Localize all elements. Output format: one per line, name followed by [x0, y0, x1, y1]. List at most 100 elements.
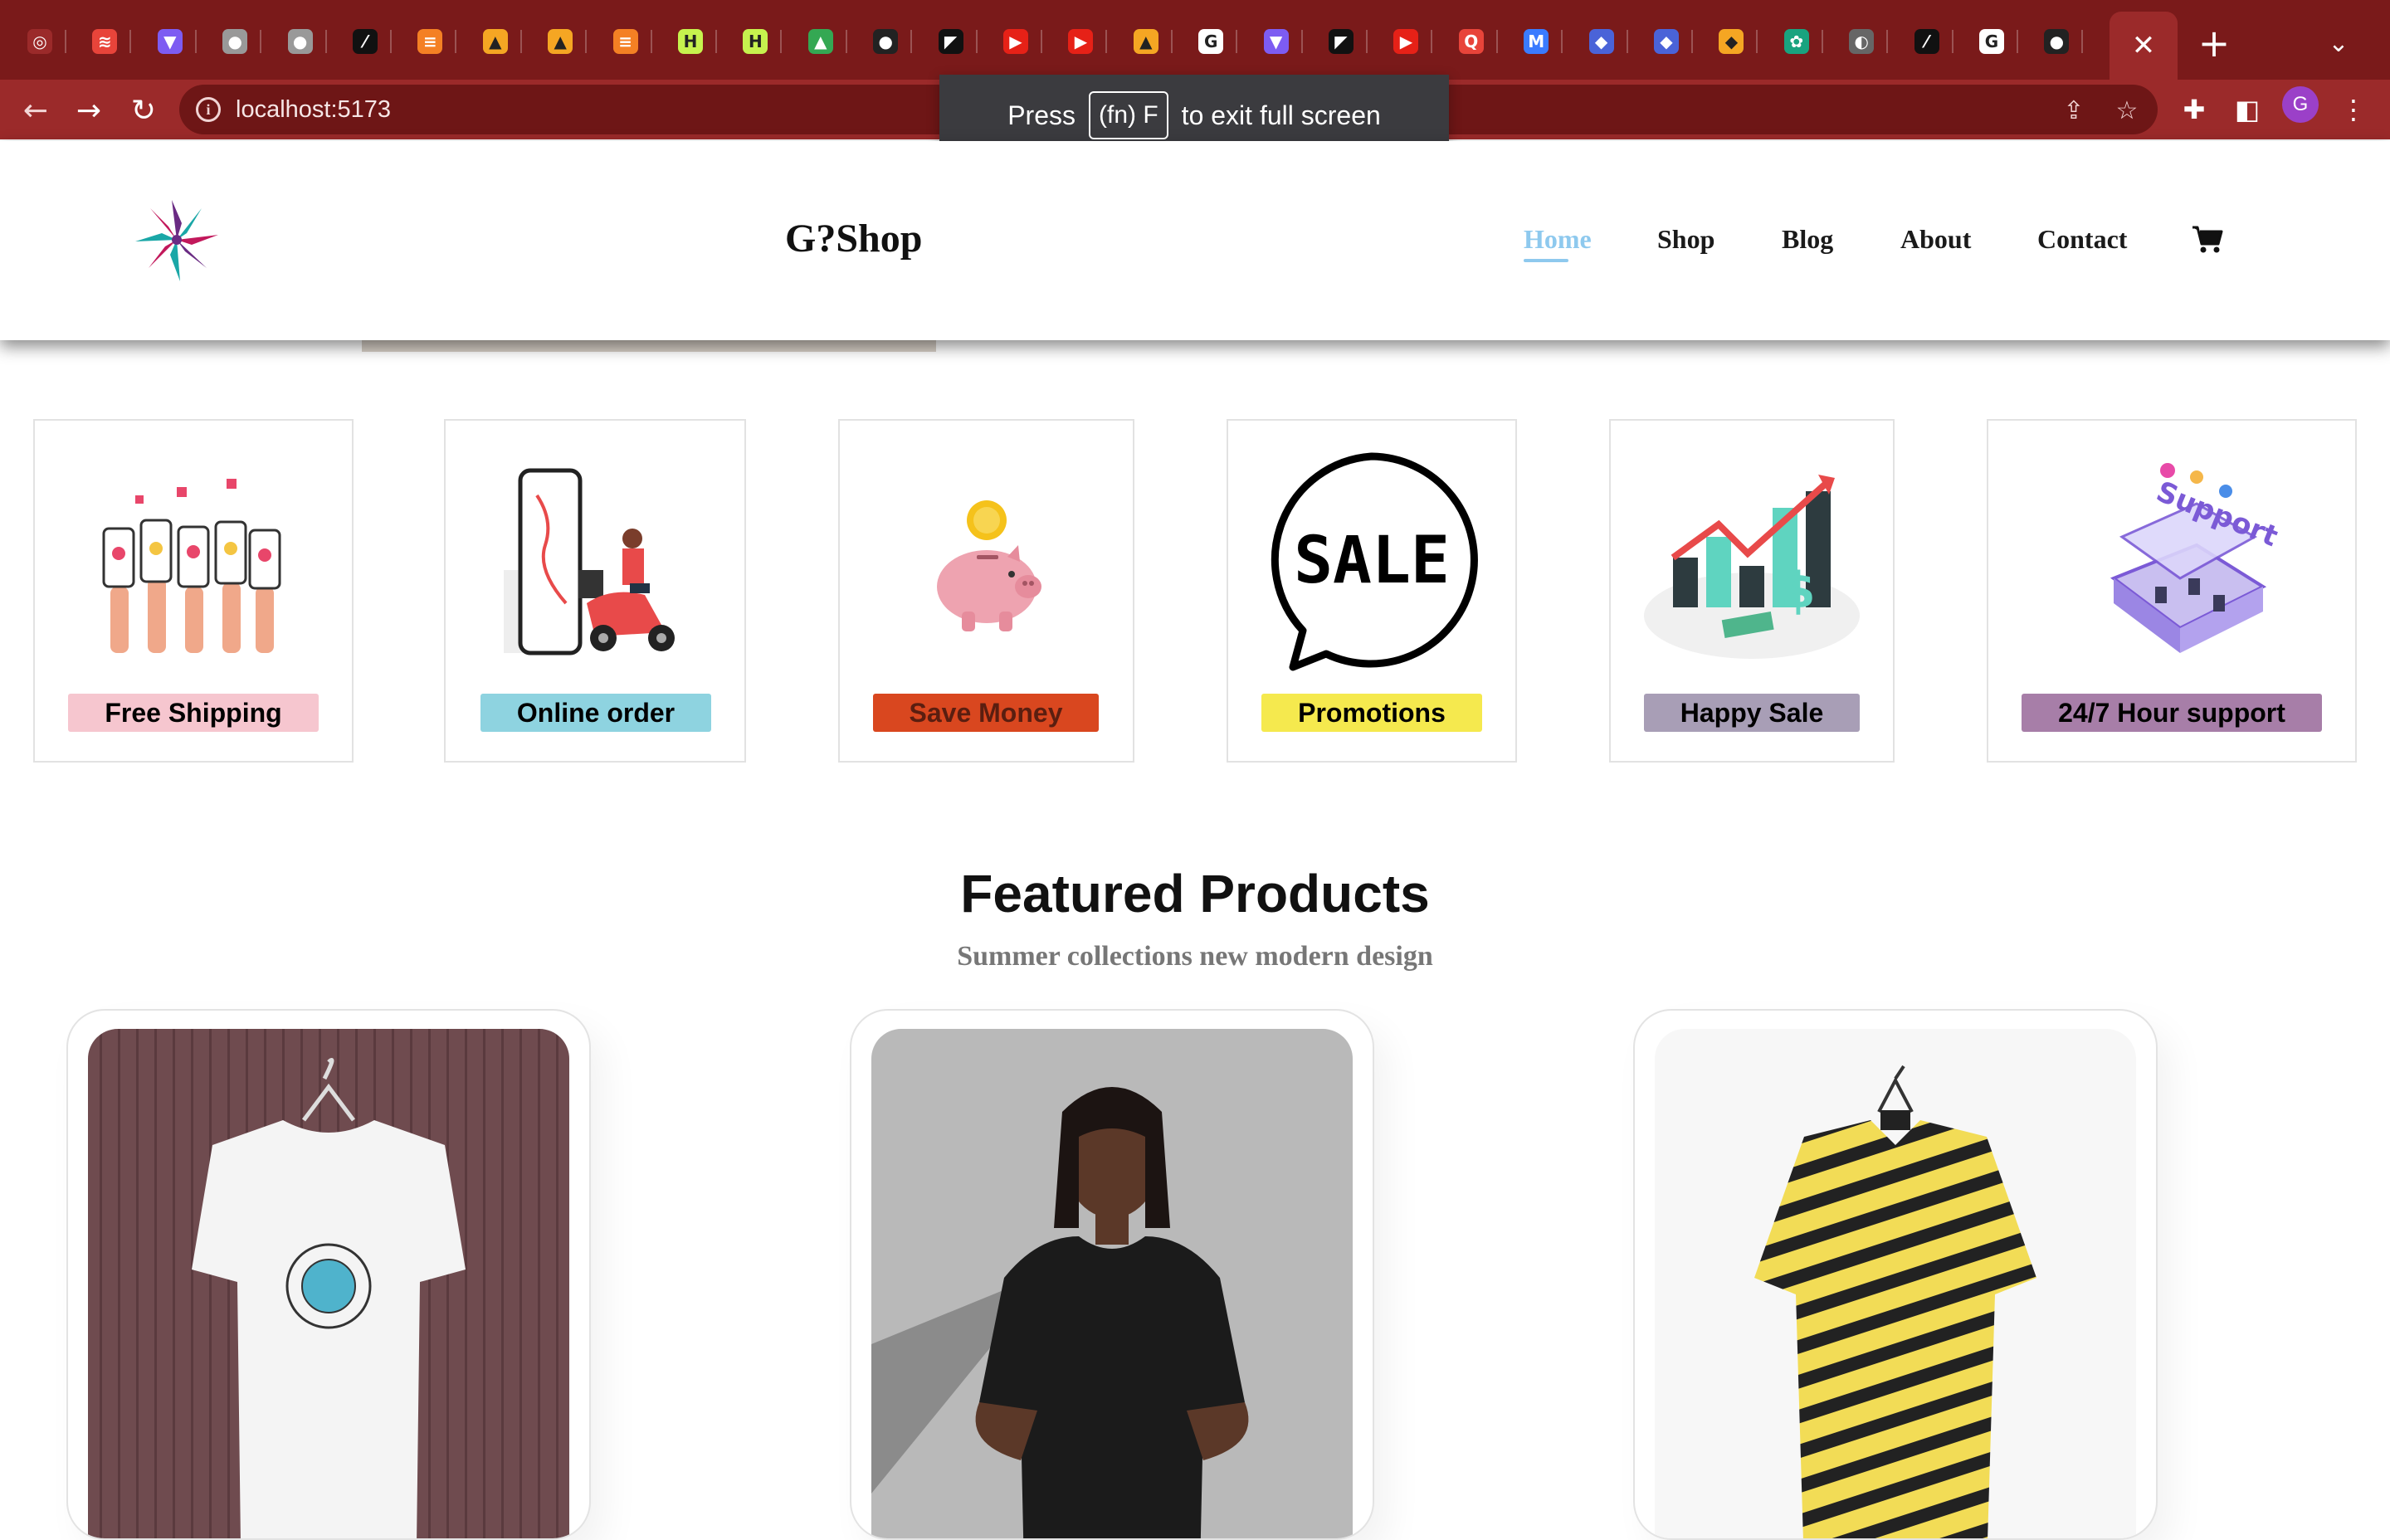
- browser-tab[interactable]: ✿: [1772, 18, 1823, 65]
- side-panel-icon[interactable]: ◧: [2227, 90, 2267, 129]
- feature-label-text: Online order: [516, 697, 676, 728]
- tab-separator: [975, 30, 978, 53]
- tab-search-button[interactable]: ⌄: [2315, 20, 2362, 66]
- product-card[interactable]: [850, 1009, 1374, 1540]
- product-image[interactable]: [88, 1029, 569, 1538]
- toast-text-after: to exit full screen: [1181, 100, 1381, 130]
- tab-separator: [1821, 30, 1823, 53]
- browser-tab[interactable]: ●: [276, 18, 327, 65]
- new-tab-button[interactable]: +: [2191, 20, 2237, 66]
- piggy-bank-illustration: [936, 500, 1041, 631]
- site-info-icon[interactable]: i: [196, 97, 221, 122]
- browser-tab[interactable]: ≡: [405, 18, 457, 65]
- browser-tab[interactable]: ◤: [1316, 18, 1368, 65]
- nav-about[interactable]: About: [1900, 224, 1971, 255]
- chrome-icon: ◎: [27, 29, 52, 54]
- youtube-icon: ▶: [1393, 29, 1419, 54]
- nav-home[interactable]: Home: [1524, 224, 1592, 255]
- browser-menu-icon[interactable]: ⋮: [2334, 90, 2373, 129]
- bookmark-star-icon[interactable]: ☆: [2110, 93, 2144, 128]
- youtube-icon: ▶: [1003, 29, 1028, 54]
- firebase-icon: ▲: [482, 29, 508, 54]
- browser-tab[interactable]: ◆: [1706, 18, 1758, 65]
- extensions-icon[interactable]: ✚: [2174, 90, 2214, 129]
- close-tab-icon[interactable]: ✕: [2132, 32, 2156, 60]
- github-icon: ●: [2044, 29, 2070, 54]
- slash-icon: ⁄: [1914, 29, 1939, 54]
- tab-separator: [1951, 30, 1953, 53]
- product-card[interactable]: [1633, 1009, 2158, 1540]
- feature-label: Happy Sale: [1644, 694, 1860, 732]
- url-text[interactable]: localhost:5173: [236, 96, 391, 124]
- browser-tab[interactable]: ▲: [1121, 18, 1173, 65]
- active-tab[interactable]: ✕: [2110, 12, 2178, 80]
- tab-separator: [519, 30, 522, 53]
- browser-tab[interactable]: ▼: [1251, 18, 1303, 65]
- browser-tab[interactable]: ▶: [1381, 18, 1433, 65]
- nav-blog[interactable]: Blog: [1782, 224, 1833, 255]
- cart-icon[interactable]: [2191, 224, 2224, 254]
- firebase-icon: ▲: [548, 29, 573, 54]
- nav-contact[interactable]: Contact: [2037, 224, 2127, 255]
- browser-tab[interactable]: ◤: [926, 18, 978, 65]
- vite-icon: ▼: [1263, 29, 1289, 54]
- browser-tab[interactable]: ▶: [1056, 18, 1108, 65]
- tab-separator: [1366, 30, 1368, 53]
- feature-label: Promotions: [1261, 694, 1482, 732]
- framer-icon: ◤: [938, 29, 963, 54]
- browser-tab[interactable]: ●: [210, 18, 262, 65]
- mui-icon: M: [1524, 29, 1549, 54]
- forward-button[interactable]: →: [66, 88, 111, 133]
- brand-name[interactable]: G?Shop: [785, 216, 922, 261]
- delivery-scooter-illustration: [504, 468, 675, 655]
- tab-separator: [1170, 30, 1173, 53]
- browser-tab[interactable]: ▲: [535, 18, 588, 65]
- tab-separator: [780, 30, 783, 53]
- browser-tab[interactable]: ▶: [991, 18, 1042, 65]
- browser-tab[interactable]: M: [1511, 18, 1563, 65]
- hero-image-edge: [362, 340, 936, 352]
- product-card[interactable]: [66, 1009, 591, 1540]
- browser-tab[interactable]: H: [666, 18, 717, 65]
- feature-label-text: Promotions: [1298, 697, 1446, 728]
- tab-separator: [390, 30, 392, 53]
- browser-tab[interactable]: ▼: [145, 18, 197, 65]
- reload-button[interactable]: ↻: [121, 88, 166, 133]
- browser-tab[interactable]: ≋: [80, 18, 132, 65]
- tab-separator: [1041, 30, 1042, 53]
- product-image[interactable]: [871, 1029, 1353, 1538]
- browser-tab[interactable]: ▲: [796, 18, 847, 65]
- vite-icon: ▼: [157, 29, 183, 54]
- tab-separator: [1495, 30, 1498, 53]
- tab-separator: [1431, 30, 1433, 53]
- browser-tab[interactable]: ●: [2032, 18, 2084, 65]
- browser-tab[interactable]: Q: [1446, 18, 1498, 65]
- tab-separator: [324, 30, 327, 53]
- profile-avatar[interactable]: G: [2282, 86, 2319, 123]
- browser-tab[interactable]: ◆: [1641, 18, 1693, 65]
- nav-shop[interactable]: Shop: [1657, 224, 1714, 255]
- browser-tab[interactable]: ⁄: [1902, 18, 1953, 65]
- tab-separator: [1691, 30, 1693, 53]
- tab-separator: [2081, 30, 2084, 53]
- browser-tab[interactable]: ⁄: [340, 18, 392, 65]
- feature-label: Online order: [480, 694, 711, 732]
- browser-tab[interactable]: H: [730, 18, 783, 65]
- globe-icon: ◐: [1849, 29, 1875, 54]
- feature-card-support: Support 24/7 Hour support: [1987, 419, 2357, 763]
- tab-separator: [650, 30, 652, 53]
- back-button[interactable]: ←: [13, 88, 58, 133]
- browser-tab[interactable]: ◎: [15, 18, 66, 65]
- browser-tab[interactable]: ◆: [1577, 18, 1628, 65]
- product-image[interactable]: [1655, 1029, 2136, 1538]
- browser-tab[interactable]: ≡: [601, 18, 652, 65]
- browser-tab[interactable]: ▲: [471, 18, 522, 65]
- share-icon[interactable]: ⇪: [2056, 93, 2091, 128]
- toast-text-before: Press: [1007, 100, 1076, 130]
- browser-tab[interactable]: G: [1967, 18, 2018, 65]
- browser-tab[interactable]: ◐: [1836, 18, 1889, 65]
- browser-tab[interactable]: ●: [861, 18, 913, 65]
- brand-logo-icon[interactable]: [131, 194, 222, 285]
- browser-tab[interactable]: G: [1186, 18, 1238, 65]
- slash-icon: ⁄: [353, 29, 378, 54]
